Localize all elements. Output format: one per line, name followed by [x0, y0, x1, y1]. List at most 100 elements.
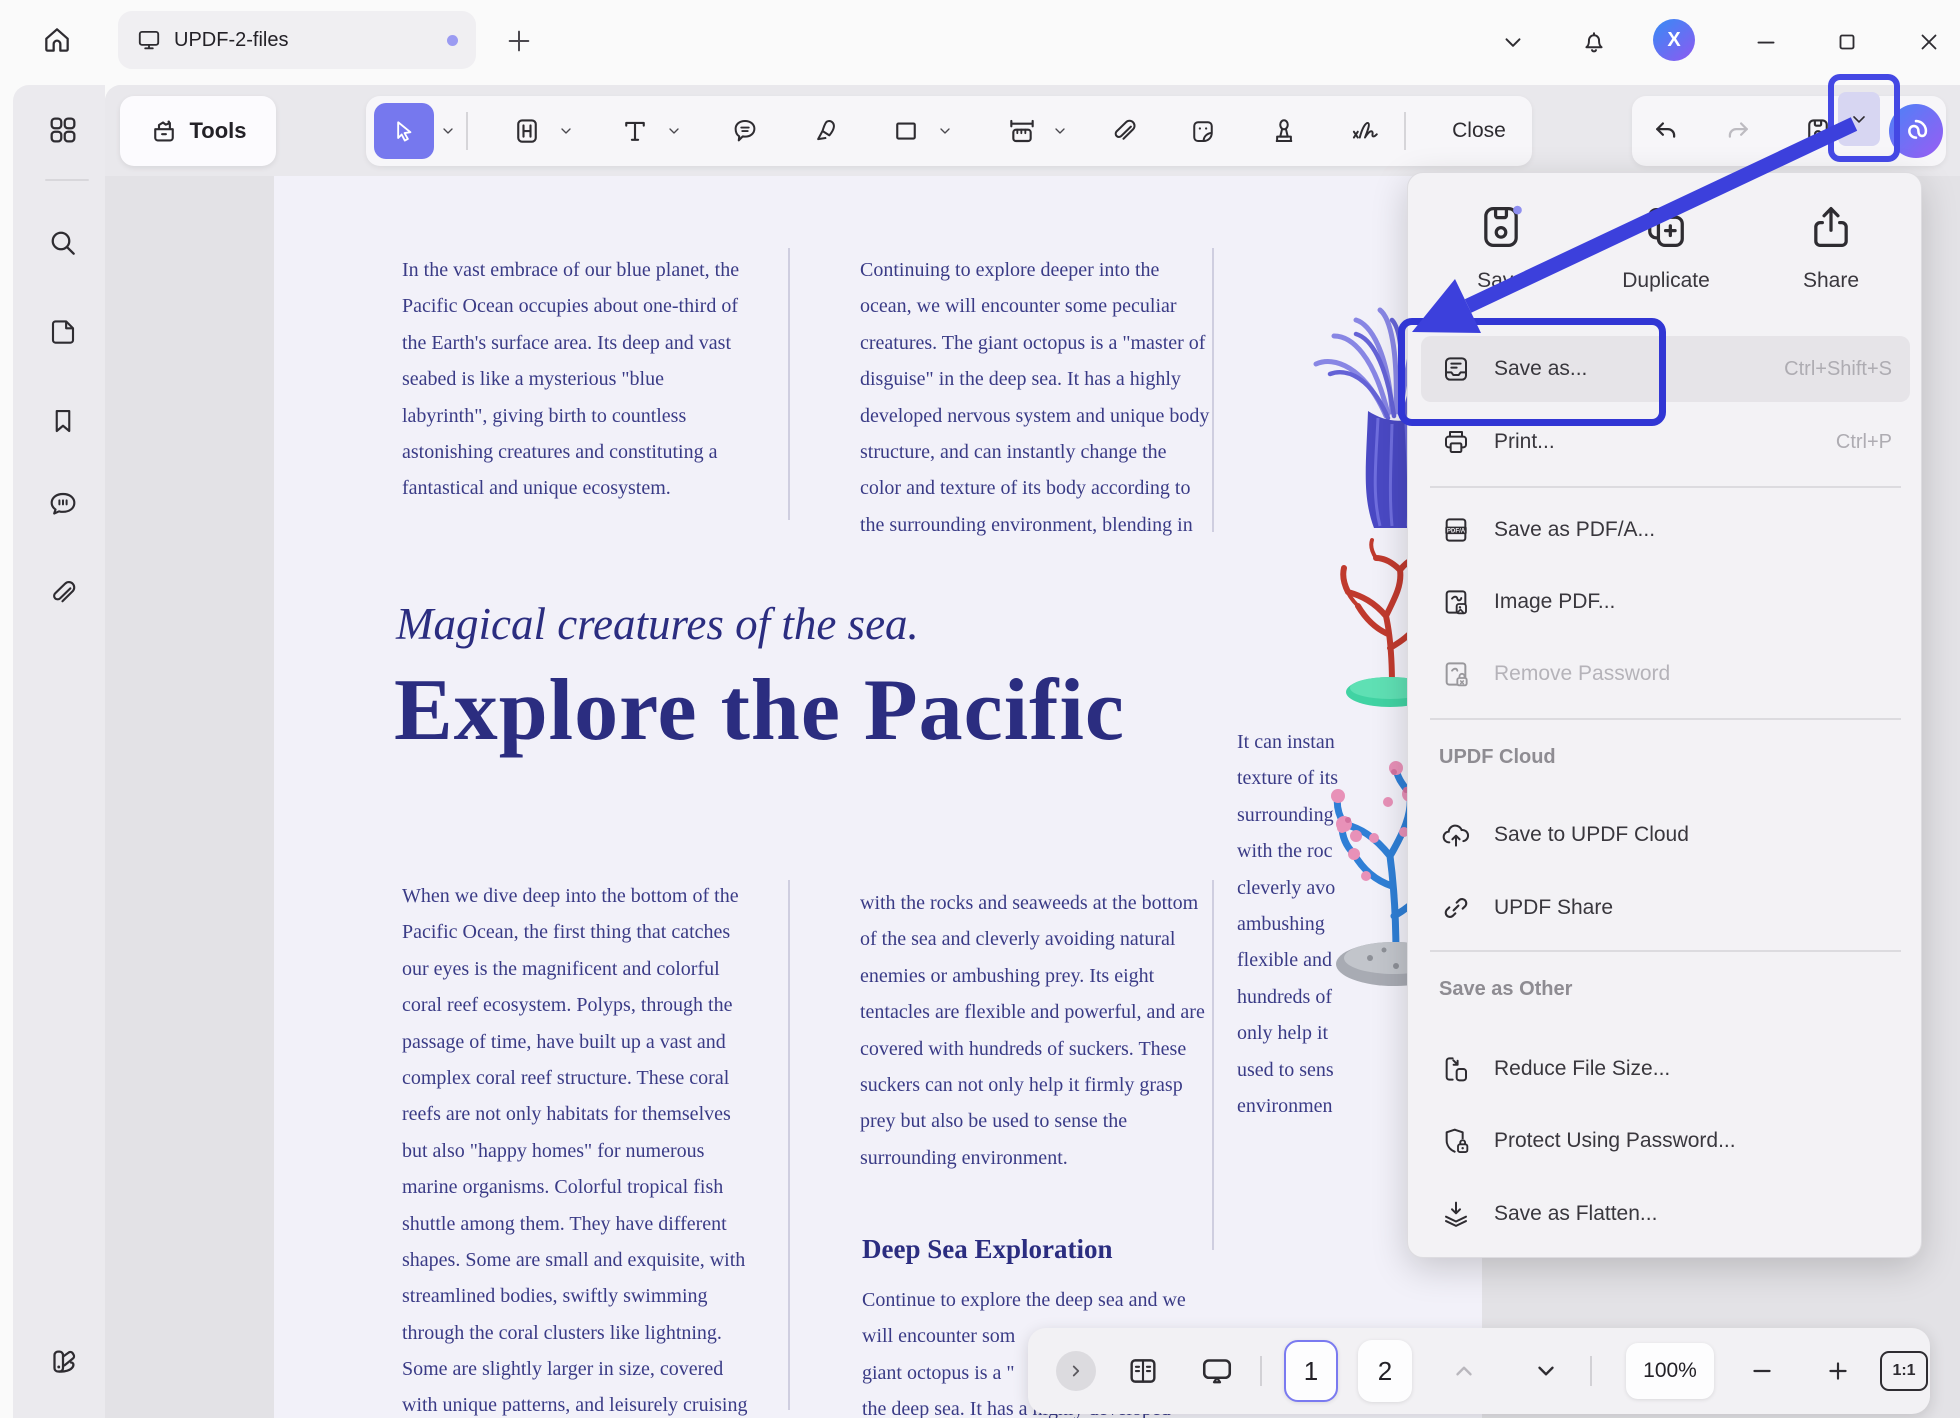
- apps-grid-icon[interactable]: [38, 105, 88, 155]
- maximize-button[interactable]: [1824, 19, 1870, 65]
- headline-subtitle: Magical creatures of the sea.: [396, 598, 919, 650]
- minimize-button[interactable]: [1743, 19, 1789, 65]
- menu-duplicate-action[interactable]: Duplicate: [1601, 201, 1731, 331]
- menu-divider: [1430, 486, 1901, 488]
- menu-section-updf-cloud: UPDF Cloud: [1439, 746, 1556, 769]
- menu-item-image-pdf[interactable]: Image PDF...: [1421, 569, 1910, 635]
- two-page-view-button[interactable]: [1114, 1328, 1172, 1414]
- page-1-button[interactable]: 1: [1280, 1328, 1342, 1414]
- ai-swirl-icon: [1899, 114, 1933, 148]
- home-button[interactable]: [32, 14, 82, 66]
- menu-section-save-as-other: Save as Other: [1439, 978, 1572, 1001]
- menu-item-remove-password: Remove Password: [1421, 641, 1910, 707]
- reduce-file-size-icon: [1439, 1052, 1473, 1086]
- measure-tool-chevron[interactable]: [1052, 120, 1070, 142]
- cursor-icon: [390, 117, 418, 145]
- attachment-icon[interactable]: [38, 568, 88, 618]
- redo-button[interactable]: [1712, 102, 1764, 160]
- sidebar-divider: [45, 179, 89, 181]
- undo-button[interactable]: [1640, 102, 1692, 160]
- bell-icon: [1580, 28, 1608, 56]
- attach-tool-button[interactable]: [1098, 102, 1150, 160]
- menu-item-protect-using-password[interactable]: Protect Using Password...: [1421, 1108, 1910, 1174]
- title-bar: UPDF-2-files X: [0, 0, 1960, 85]
- pdf-page: In the vast embrace of our blue planet, …: [274, 176, 1482, 1418]
- titlebar-chevron-button[interactable]: [1490, 19, 1536, 65]
- headline-title: Explore the Pacific: [394, 660, 1125, 761]
- menu-item-reduce-file-size[interactable]: Reduce File Size...: [1421, 1036, 1910, 1102]
- menu-item-save-to-updf-cloud[interactable]: Save to UPDF Cloud: [1421, 802, 1910, 868]
- document-tab[interactable]: UPDF-2-files: [118, 11, 476, 69]
- column1-paragraph1: In the vast embrace of our blue planet, …: [402, 252, 739, 507]
- pen-tool-button[interactable]: [799, 102, 851, 160]
- bookmark-icon[interactable]: [38, 396, 88, 446]
- monitor-icon: [136, 27, 162, 53]
- select-tool-chevron[interactable]: [440, 120, 458, 142]
- pdfa-icon: PDF/A: [1439, 513, 1473, 547]
- presentation-mode-button[interactable]: [1188, 1328, 1246, 1414]
- menu-item-save-as-flatten[interactable]: Save as Flatten...: [1421, 1181, 1910, 1247]
- save-icon: [1475, 201, 1527, 253]
- select-tool-button[interactable]: [374, 103, 434, 159]
- save-as-highlight-annotation: [1398, 318, 1666, 426]
- menu-save-action[interactable]: Save: [1436, 201, 1566, 331]
- shape-tool-button[interactable]: [880, 102, 932, 160]
- zoom-out-button[interactable]: [1734, 1328, 1790, 1414]
- left-sidebar: [13, 85, 105, 1418]
- highlight-tool-chevron[interactable]: [558, 120, 576, 142]
- close-window-button[interactable]: [1906, 19, 1952, 65]
- tab-title: UPDF-2-files: [174, 29, 447, 52]
- link-icon: [1439, 891, 1473, 925]
- chevron-right-icon: [1056, 1351, 1096, 1391]
- previous-page-button[interactable]: [1436, 1328, 1492, 1414]
- menu-divider: [1430, 718, 1901, 720]
- stamp-tool-button[interactable]: [1258, 102, 1310, 160]
- comment-tool-button[interactable]: [719, 102, 771, 160]
- column-divider: [788, 248, 790, 520]
- zoom-in-button[interactable]: [1810, 1328, 1866, 1414]
- swatches-icon[interactable]: [38, 1338, 88, 1388]
- remove-password-icon: [1439, 657, 1473, 691]
- page-thumbnails-icon[interactable]: [38, 307, 88, 357]
- duplicate-icon: [1640, 201, 1692, 253]
- new-tab-button[interactable]: [505, 27, 533, 55]
- tools-label: Tools: [189, 118, 246, 144]
- text-tool-chevron[interactable]: [666, 120, 684, 142]
- expand-bar-button[interactable]: [1048, 1328, 1104, 1414]
- column-divider: [1212, 880, 1214, 1250]
- svg-text:PDF/A: PDF/A: [1447, 528, 1466, 535]
- column1-paragraph2: When we dive deep into the bottom of the…: [402, 878, 747, 1418]
- search-icon[interactable]: [38, 218, 88, 268]
- actual-size-button[interactable]: 1:1: [1876, 1328, 1932, 1414]
- close-editing-button[interactable]: Close: [1426, 96, 1532, 166]
- flatten-icon: [1439, 1197, 1473, 1231]
- home-icon: [41, 24, 73, 56]
- shape-tool-chevron[interactable]: [937, 120, 955, 142]
- next-page-button[interactable]: [1518, 1328, 1574, 1414]
- text-tool-button[interactable]: [609, 102, 661, 160]
- unsaved-dot: [447, 35, 458, 46]
- bottombar-divider: [1590, 1356, 1592, 1386]
- menu-item-save-as-pdfa[interactable]: PDF/A Save as PDF/A...: [1421, 497, 1910, 563]
- signature-tool-button[interactable]: [1339, 102, 1391, 160]
- app-window: UPDF-2-files X: [0, 0, 1960, 1418]
- menu-share-action[interactable]: Share: [1766, 201, 1896, 331]
- column-divider: [788, 880, 790, 1410]
- menu-item-updf-share[interactable]: UPDF Share: [1421, 875, 1910, 941]
- comments-icon[interactable]: [38, 479, 88, 529]
- zoom-level-box[interactable]: 100%: [1624, 1328, 1716, 1414]
- user-avatar[interactable]: X: [1653, 19, 1695, 61]
- measure-tool-button[interactable]: [996, 102, 1048, 160]
- page-2-button[interactable]: 2: [1354, 1328, 1416, 1414]
- deep-sea-heading: Deep Sea Exploration: [862, 1234, 1113, 1265]
- notifications-button[interactable]: [1571, 19, 1617, 65]
- column-divider: [1212, 248, 1214, 532]
- page-navigation-bar: 1 2 100% 1:1: [1028, 1328, 1930, 1414]
- shield-lock-icon: [1439, 1124, 1473, 1158]
- column2-paragraph1: Continuing to explore deeper into theoce…: [860, 252, 1209, 543]
- toolbox-icon: [149, 116, 179, 146]
- sticker-tool-button[interactable]: [1177, 102, 1229, 160]
- highlight-tool-button[interactable]: [501, 102, 553, 160]
- tools-button[interactable]: Tools: [120, 96, 276, 166]
- dropdown-button-highlight-annotation: [1828, 74, 1900, 162]
